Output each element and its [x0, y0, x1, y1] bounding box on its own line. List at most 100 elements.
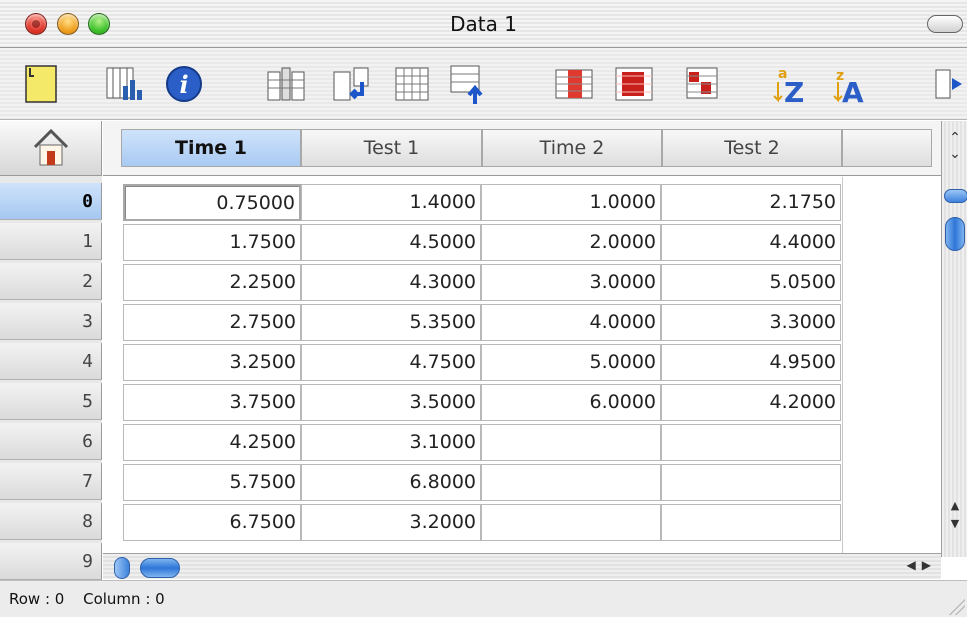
- table-cell[interactable]: 4.4000: [661, 224, 841, 261]
- status-row: Row : 0: [9, 590, 65, 608]
- table-cell[interactable]: 4.7500: [301, 344, 481, 381]
- delete-row-icon: [395, 67, 429, 101]
- toolbar-toggle-button[interactable]: [927, 15, 963, 33]
- insert-column-button[interactable]: [264, 62, 308, 106]
- delete-row-button[interactable]: [390, 62, 434, 106]
- scroll-down-arrow-icon[interactable]: ▼: [948, 517, 962, 531]
- table-cell[interactable]: [661, 424, 841, 461]
- table-cell[interactable]: 2.0000: [481, 224, 661, 261]
- horizontal-split-handle[interactable]: [114, 557, 130, 579]
- select-table-icon: [615, 67, 653, 101]
- table-cell[interactable]: [481, 424, 661, 461]
- column-divider: [842, 177, 843, 553]
- row-header[interactable]: 7: [0, 463, 102, 500]
- table-cell[interactable]: 3.1000: [301, 424, 481, 461]
- row-header[interactable]: 4: [0, 343, 102, 380]
- row-header[interactable]: 0: [0, 183, 102, 220]
- table-cell[interactable]: [481, 464, 661, 501]
- table-cell[interactable]: 3.0000: [481, 264, 661, 301]
- table-cell[interactable]: 2.1750: [661, 184, 841, 221]
- table-cell[interactable]: 6.7500: [123, 504, 301, 541]
- graph-icon: [106, 67, 142, 100]
- table-cell[interactable]: 2.2500: [123, 264, 301, 301]
- table-cell[interactable]: 3.3000: [661, 304, 841, 341]
- vertical-scroll-thumb[interactable]: [945, 217, 965, 251]
- data-grid[interactable]: 0.75000 1.4000 1.0000 2.1750 1.7500 4.5000 2.0…: [103, 177, 941, 553]
- column-header-time-2[interactable]: Time 2: [482, 129, 662, 167]
- row-header[interactable]: 3: [0, 303, 102, 340]
- graph-button[interactable]: [103, 62, 147, 106]
- vertical-split-handle[interactable]: [944, 189, 967, 203]
- svg-text:i: i: [179, 70, 188, 99]
- scroll-up-chevron-icon[interactable]: ⌃: [948, 131, 962, 145]
- horizontal-scrollbar[interactable]: ◀▶: [103, 553, 941, 579]
- sort-descending-icon: z A: [833, 68, 864, 109]
- horizontal-scroll-arrows-icon[interactable]: ◀▶: [907, 558, 937, 572]
- table-cell[interactable]: 5.0000: [481, 344, 661, 381]
- insert-row-icon: [333, 67, 369, 101]
- status-bar: Row : 0 Column : 0: [0, 580, 967, 617]
- table-cell[interactable]: 3.5000: [301, 384, 481, 421]
- home-button[interactable]: [0, 121, 102, 176]
- new-note-button[interactable]: [20, 62, 64, 106]
- table-cell[interactable]: 6.0000: [481, 384, 661, 421]
- table-cell[interactable]: 5.7500: [123, 464, 301, 501]
- table-cell[interactable]: 1.4000: [301, 184, 481, 221]
- table-cell[interactable]: 5.0500: [661, 264, 841, 301]
- row-header[interactable]: 1: [0, 223, 102, 260]
- row-header[interactable]: 6: [0, 423, 102, 460]
- table-cell[interactable]: 4.3000: [301, 264, 481, 301]
- table-cell[interactable]: 4.2000: [661, 384, 841, 421]
- scroll-down-chevron-icon[interactable]: ⌄: [948, 147, 962, 161]
- scroll-up-arrow-icon[interactable]: ▲: [948, 499, 962, 513]
- column-header-test-2[interactable]: Test 2: [662, 129, 842, 167]
- sort-ascending-icon: a Z: [773, 66, 804, 109]
- window-title: Data 1: [450, 12, 517, 36]
- select-table-button[interactable]: [612, 62, 656, 106]
- row-header[interactable]: 9: [0, 543, 102, 580]
- more-tools-icon: [935, 69, 962, 99]
- column-header-empty[interactable]: [842, 129, 932, 167]
- insert-column-icon: [267, 67, 305, 101]
- table-cell[interactable]: [661, 504, 841, 541]
- table-cell[interactable]: 3.7500: [123, 384, 301, 421]
- new-note-icon: [25, 65, 57, 103]
- resize-grip-icon[interactable]: [949, 599, 965, 615]
- column-header-time-1[interactable]: Time 1: [121, 129, 301, 167]
- table-cell[interactable]: 3.2000: [301, 504, 481, 541]
- sort-ascending-button[interactable]: a Z: [770, 62, 814, 109]
- column-header-test-1[interactable]: Test 1: [301, 129, 482, 167]
- horizontal-scroll-thumb[interactable]: [140, 558, 180, 578]
- table-cell[interactable]: 1.7500: [123, 224, 301, 261]
- status-column: Column : 0: [83, 590, 165, 608]
- info-button[interactable]: i: [162, 62, 206, 106]
- sort-descending-button[interactable]: z A: [830, 62, 874, 109]
- select-cells-button[interactable]: [683, 62, 727, 106]
- table-cell[interactable]: 4.0000: [481, 304, 661, 341]
- append-row-button[interactable]: [445, 62, 489, 106]
- more-tools-button[interactable]: [932, 62, 967, 106]
- select-column-button[interactable]: [552, 62, 596, 106]
- table-cell[interactable]: 0.75000: [123, 184, 301, 221]
- toolbar: i a Z z A: [0, 48, 967, 120]
- row-header[interactable]: 8: [0, 503, 102, 540]
- table-cell[interactable]: 6.8000: [301, 464, 481, 501]
- info-icon: i: [166, 66, 202, 102]
- table-cell[interactable]: [481, 504, 661, 541]
- svg-text:Z: Z: [784, 76, 804, 106]
- vertical-scrollbar[interactable]: ⌃ ⌄ ▲ ▼: [941, 121, 967, 557]
- table-cell[interactable]: 5.3500: [301, 304, 481, 341]
- row-header[interactable]: 2: [0, 263, 102, 300]
- table-cell[interactable]: 1.0000: [481, 184, 661, 221]
- select-cells-icon: [686, 67, 718, 99]
- table-cell[interactable]: 3.2500: [123, 344, 301, 381]
- table-cell[interactable]: 4.2500: [123, 424, 301, 461]
- table-cell[interactable]: 4.5000: [301, 224, 481, 261]
- table-cell[interactable]: 2.7500: [123, 304, 301, 341]
- table-cell[interactable]: 4.9500: [661, 344, 841, 381]
- title-bar[interactable]: Data 1: [0, 0, 967, 48]
- table-cell[interactable]: [661, 464, 841, 501]
- select-column-icon: [555, 69, 593, 99]
- insert-row-button[interactable]: [330, 62, 374, 106]
- row-header[interactable]: 5: [0, 383, 102, 420]
